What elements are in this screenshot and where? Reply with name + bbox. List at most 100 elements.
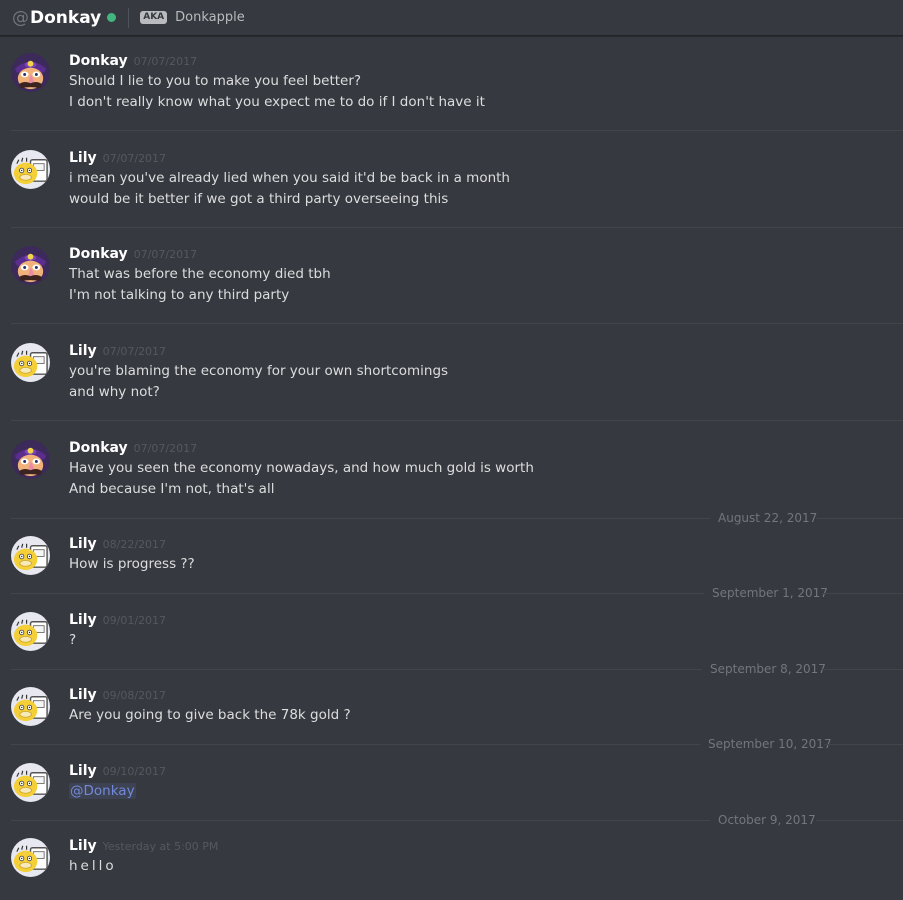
message-line: I don't really know what you expect me t…	[69, 94, 485, 110]
author-name[interactable]: Lily	[69, 687, 97, 703]
message-text: How is progress ??	[69, 555, 195, 573]
date-divider: October 9, 2017	[11, 813, 903, 827]
message-separator	[11, 420, 903, 421]
message-line: you're blaming the economy for your own …	[69, 363, 449, 379]
message-text: Are you going to give back the 78k gold …	[69, 706, 351, 724]
online-status-icon	[107, 13, 117, 22]
message-text: That was before the economy died tbh	[69, 265, 331, 283]
date-divider: September 1, 2017	[11, 586, 903, 600]
message-text: I don't really know what you expect me t…	[69, 93, 485, 111]
psyduck-avatar[interactable]	[11, 763, 50, 802]
waluigi-avatar[interactable]	[11, 246, 50, 285]
message-line: I'm not talking to any third party	[69, 287, 290, 303]
psyduck-avatar[interactable]	[11, 838, 50, 877]
message-timestamp: 07/07/2017	[133, 442, 198, 455]
author-name[interactable]: Lily	[69, 536, 97, 552]
divider-line	[822, 593, 903, 594]
psyduck-avatar[interactable]	[11, 343, 50, 382]
author-name[interactable]: Lily	[69, 612, 97, 628]
author-name[interactable]: Lily	[69, 343, 97, 359]
message-line: hello	[69, 858, 117, 874]
divider-line	[11, 669, 702, 670]
author-name[interactable]: Donkay	[69, 246, 128, 262]
message: Lily 07/07/2017 i mean you've already lied…	[0, 150, 903, 210]
message: Donkay 07/07/2017 That was before the econ…	[0, 246, 903, 306]
header-divider	[128, 7, 130, 28]
psyduck-avatar[interactable]	[11, 612, 50, 651]
author-name[interactable]: Donkay	[69, 53, 128, 69]
divider-line	[824, 744, 903, 745]
divider-line	[822, 669, 903, 670]
message-line: and why not?	[69, 384, 160, 400]
message-author[interactable]: Lily 08/22/2017	[69, 536, 166, 553]
message: Donkay 07/07/2017 Should I lie to you to m…	[0, 53, 903, 113]
author-name[interactable]: Lily	[69, 838, 97, 854]
divider-line	[816, 518, 903, 519]
message-timestamp: 07/07/2017	[102, 152, 167, 165]
message: Lily Yesterday at 5:00 PM hello	[0, 838, 903, 898]
divider-line	[816, 820, 903, 821]
message-separator	[11, 323, 903, 324]
message-line: i mean you've already lied when you said…	[69, 170, 510, 186]
message-line: And because I'm not, that's all	[69, 481, 275, 497]
message-timestamp: 07/07/2017	[133, 248, 198, 261]
message-author[interactable]: Donkay 07/07/2017	[69, 246, 197, 263]
message-author[interactable]: Lily 09/01/2017	[69, 612, 166, 629]
message-author[interactable]: Lily 09/08/2017	[69, 687, 166, 704]
message-author[interactable]: Lily Yesterday at 5:00 PM	[69, 838, 218, 855]
message-timestamp: Yesterday at 5:00 PM	[102, 840, 219, 853]
waluigi-avatar[interactable]	[11, 440, 50, 479]
message-timestamp: 07/07/2017	[102, 345, 167, 358]
message: Lily 07/07/2017 you're blaming the economy…	[0, 343, 903, 403]
message-line: Should I lie to you to make you feel bet…	[69, 73, 362, 89]
message-author[interactable]: Lily 09/10/2017	[69, 763, 166, 780]
message-timestamp: 09/08/2017	[102, 689, 167, 702]
divider-date: September 10, 2017	[708, 737, 832, 751]
divider-date: October 9, 2017	[718, 813, 816, 827]
message-text: ?	[69, 631, 76, 649]
message-author[interactable]: Donkay 07/07/2017	[69, 440, 197, 457]
message-line: That was before the economy died tbh	[69, 266, 331, 282]
date-divider: August 22, 2017	[11, 511, 903, 525]
message-text: Should I lie to you to make you feel bet…	[69, 72, 361, 90]
at-symbol: @	[12, 7, 29, 28]
message-separator	[11, 130, 903, 131]
psyduck-avatar[interactable]	[11, 536, 50, 575]
aka-name: Donkapple	[175, 10, 245, 25]
divider-line	[11, 820, 710, 821]
message-line: would be it better if we got a third par…	[69, 191, 449, 207]
message-author[interactable]: Lily 07/07/2017	[69, 343, 166, 360]
author-name[interactable]: Lily	[69, 763, 97, 779]
message-text: I'm not talking to any third party	[69, 286, 289, 304]
message: Donkay 07/07/2017 Have you seen the econom…	[0, 440, 903, 500]
psyduck-avatar[interactable]	[11, 150, 50, 189]
date-divider: September 8, 2017	[11, 662, 903, 676]
message-timestamp: 07/07/2017	[133, 55, 198, 68]
message-line: Have you seen the economy nowadays, and …	[69, 460, 534, 476]
psyduck-avatar[interactable]	[11, 687, 50, 726]
author-name[interactable]: Donkay	[69, 440, 128, 456]
author-name[interactable]: Lily	[69, 150, 97, 166]
message-text: and why not?	[69, 383, 160, 401]
message-text: i mean you've already lied when you said…	[69, 169, 510, 187]
divider-date: September 8, 2017	[710, 662, 826, 676]
message-timestamp: 09/01/2017	[102, 614, 167, 627]
message-separator	[11, 227, 903, 228]
user-mention[interactable]: @Donkay	[69, 783, 136, 799]
message-author[interactable]: Lily 07/07/2017	[69, 150, 166, 167]
message-text: you're blaming the economy for your own …	[69, 362, 448, 380]
dm-username[interactable]: Donkay	[30, 8, 101, 28]
message-line: ?	[69, 632, 77, 648]
aka-badge: AKA	[140, 11, 168, 24]
message-text: would be it better if we got a third par…	[69, 190, 448, 208]
message-timestamp: 08/22/2017	[102, 538, 167, 551]
message-author[interactable]: Donkay 07/07/2017	[69, 53, 197, 70]
waluigi-avatar[interactable]	[11, 53, 50, 92]
message-text: hello	[69, 857, 117, 875]
message-text: Have you seen the economy nowadays, and …	[69, 459, 534, 477]
date-divider: September 10, 2017	[11, 737, 903, 751]
divider-line	[11, 518, 710, 519]
divider-date: September 1, 2017	[712, 586, 828, 600]
message-text: @Donkay	[69, 782, 136, 800]
message-timestamp: 09/10/2017	[102, 765, 167, 778]
